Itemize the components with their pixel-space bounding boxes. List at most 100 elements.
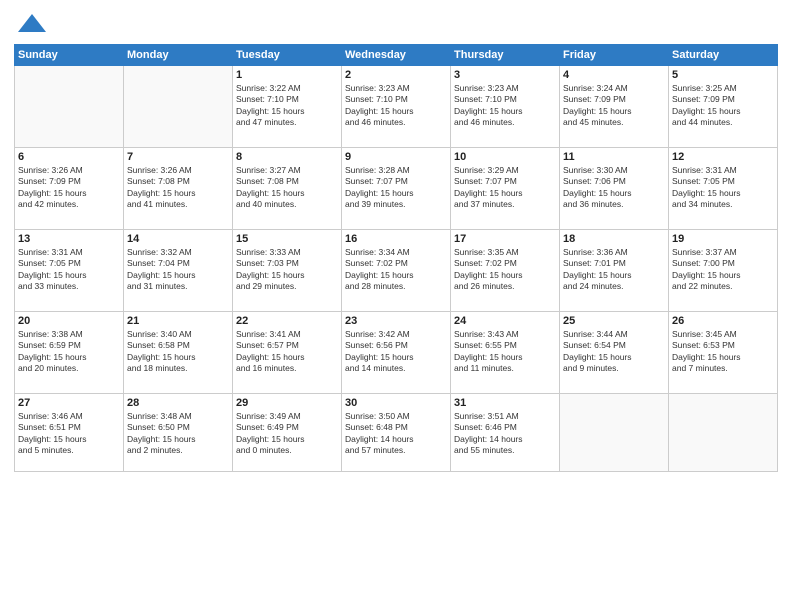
calendar-cell: 2 Sunrise: 3:23 AM Sunset: 7:10 PM Daylig… [342,66,451,148]
day-number: 23 [345,315,447,327]
day-info: Sunrise: 3:49 AM Sunset: 6:49 PM Dayligh… [236,411,338,457]
day-number: 14 [127,233,229,245]
calendar-table: SundayMondayTuesdayWednesdayThursdayFrid… [14,44,778,472]
day-number: 2 [345,69,447,81]
day-info: Sunrise: 3:24 AM Sunset: 7:09 PM Dayligh… [563,83,665,129]
day-number: 3 [454,69,556,81]
calendar-cell [669,394,778,472]
calendar-cell [124,66,233,148]
day-number: 6 [18,151,120,163]
calendar-cell: 20Sunrise: 3:38 AM Sunset: 6:59 PM Dayli… [15,312,124,394]
day-number: 15 [236,233,338,245]
calendar-cell: 18Sunrise: 3:36 AM Sunset: 7:01 PM Dayli… [560,230,669,312]
day-info: Sunrise: 3:32 AM Sunset: 7:04 PM Dayligh… [127,247,229,293]
col-header-monday: Monday [124,45,233,66]
calendar-cell: 15 Sunrise: 3:33 AM Sunset: 7:03 PM Dayli… [233,230,342,312]
day-number: 30 [345,397,447,409]
calendar-cell: 14 Sunrise: 3:32 AM Sunset: 7:04 PM Dayli… [124,230,233,312]
col-header-thursday: Thursday [451,45,560,66]
day-number: 21 [127,315,229,327]
calendar-cell: 3 Sunrise: 3:23 AM Sunset: 7:10 PM Daylig… [451,66,560,148]
day-number: 16 [345,233,447,245]
day-info: Sunrise: 3:46 AM Sunset: 6:51 PM Dayligh… [18,411,120,457]
day-number: 8 [236,151,338,163]
day-info: Sunrise: 3:25 AM Sunset: 7:09 PM Dayligh… [672,83,774,129]
calendar-cell: 27 Sunrise: 3:46 AM Sunset: 6:51 PM Dayli… [15,394,124,472]
day-info: Sunrise: 3:31 AM Sunset: 7:05 PM Dayligh… [18,247,120,293]
day-number: 12 [672,151,774,163]
calendar-cell: 19 Sunrise: 3:37 AM Sunset: 7:00 PM Dayli… [669,230,778,312]
day-info: Sunrise: 3:43 AM Sunset: 6:55 PM Dayligh… [454,329,556,375]
logo-icon [18,10,46,38]
day-number: 25 [563,315,665,327]
day-number: 19 [672,233,774,245]
day-number: 10 [454,151,556,163]
col-header-sunday: Sunday [15,45,124,66]
day-number: 26 [672,315,774,327]
col-header-tuesday: Tuesday [233,45,342,66]
day-info: Sunrise: 3:29 AM Sunset: 7:07 PM Dayligh… [454,165,556,211]
calendar-cell: 29 Sunrise: 3:49 AM Sunset: 6:49 PM Dayli… [233,394,342,472]
day-info: Sunrise: 3:45 AM Sunset: 6:53 PM Dayligh… [672,329,774,375]
day-number: 4 [563,69,665,81]
day-info: Sunrise: 3:22 AM Sunset: 7:10 PM Dayligh… [236,83,338,129]
calendar-cell: 1 Sunrise: 3:22 AM Sunset: 7:10 PM Daylig… [233,66,342,148]
calendar-cell: 25 Sunrise: 3:44 AM Sunset: 6:54 PM Dayli… [560,312,669,394]
day-info: Sunrise: 3:50 AM Sunset: 6:48 PM Dayligh… [345,411,447,457]
calendar-cell [15,66,124,148]
calendar-cell: 9Sunrise: 3:28 AM Sunset: 7:07 PM Daylig… [342,148,451,230]
col-header-friday: Friday [560,45,669,66]
day-info: Sunrise: 3:26 AM Sunset: 7:08 PM Dayligh… [127,165,229,211]
day-info: Sunrise: 3:41 AM Sunset: 6:57 PM Dayligh… [236,329,338,375]
day-number: 7 [127,151,229,163]
day-info: Sunrise: 3:44 AM Sunset: 6:54 PM Dayligh… [563,329,665,375]
day-info: Sunrise: 3:48 AM Sunset: 6:50 PM Dayligh… [127,411,229,457]
day-number: 5 [672,69,774,81]
calendar-cell: 7 Sunrise: 3:26 AM Sunset: 7:08 PM Daylig… [124,148,233,230]
day-info: Sunrise: 3:38 AM Sunset: 6:59 PM Dayligh… [18,329,120,375]
day-info: Sunrise: 3:37 AM Sunset: 7:00 PM Dayligh… [672,247,774,293]
day-number: 29 [236,397,338,409]
calendar-cell: 16 Sunrise: 3:34 AM Sunset: 7:02 PM Dayli… [342,230,451,312]
calendar-cell: 10 Sunrise: 3:29 AM Sunset: 7:07 PM Dayli… [451,148,560,230]
calendar-cell: 12 Sunrise: 3:31 AM Sunset: 7:05 PM Dayli… [669,148,778,230]
calendar-cell: 8 Sunrise: 3:27 AM Sunset: 7:08 PM Daylig… [233,148,342,230]
calendar-cell [560,394,669,472]
day-info: Sunrise: 3:34 AM Sunset: 7:02 PM Dayligh… [345,247,447,293]
day-info: Sunrise: 3:40 AM Sunset: 6:58 PM Dayligh… [127,329,229,375]
day-info: Sunrise: 3:33 AM Sunset: 7:03 PM Dayligh… [236,247,338,293]
calendar-cell: 6 Sunrise: 3:26 AM Sunset: 7:09 PM Daylig… [15,148,124,230]
calendar-cell: 24 Sunrise: 3:43 AM Sunset: 6:55 PM Dayli… [451,312,560,394]
day-info: Sunrise: 3:31 AM Sunset: 7:05 PM Dayligh… [672,165,774,211]
calendar-cell: 23 Sunrise: 3:42 AM Sunset: 6:56 PM Dayli… [342,312,451,394]
day-info: Sunrise: 3:42 AM Sunset: 6:56 PM Dayligh… [345,329,447,375]
day-number: 1 [236,69,338,81]
calendar-cell: 26 Sunrise: 3:45 AM Sunset: 6:53 PM Dayli… [669,312,778,394]
calendar-cell: 30 Sunrise: 3:50 AM Sunset: 6:48 PM Dayli… [342,394,451,472]
day-number: 27 [18,397,120,409]
logo [14,10,46,38]
day-info: Sunrise: 3:26 AM Sunset: 7:09 PM Dayligh… [18,165,120,211]
calendar-cell: 5 Sunrise: 3:25 AM Sunset: 7:09 PM Daylig… [669,66,778,148]
day-number: 31 [454,397,556,409]
day-info: Sunrise: 3:35 AM Sunset: 7:02 PM Dayligh… [454,247,556,293]
day-info: Sunrise: 3:30 AM Sunset: 7:06 PM Dayligh… [563,165,665,211]
calendar-cell: 22 Sunrise: 3:41 AM Sunset: 6:57 PM Dayli… [233,312,342,394]
calendar-cell: 4 Sunrise: 3:24 AM Sunset: 7:09 PM Daylig… [560,66,669,148]
day-number: 22 [236,315,338,327]
day-info: Sunrise: 3:27 AM Sunset: 7:08 PM Dayligh… [236,165,338,211]
day-number: 17 [454,233,556,245]
calendar-cell: 11 Sunrise: 3:30 AM Sunset: 7:06 PM Dayli… [560,148,669,230]
day-number: 28 [127,397,229,409]
day-number: 18 [563,233,665,245]
calendar-cell: 21 Sunrise: 3:40 AM Sunset: 6:58 PM Dayli… [124,312,233,394]
calendar-cell: 28 Sunrise: 3:48 AM Sunset: 6:50 PM Dayli… [124,394,233,472]
day-number: 13 [18,233,120,245]
day-number: 11 [563,151,665,163]
calendar-cell: 17 Sunrise: 3:35 AM Sunset: 7:02 PM Dayli… [451,230,560,312]
day-info: Sunrise: 3:23 AM Sunset: 7:10 PM Dayligh… [345,83,447,129]
calendar-cell: 31Sunrise: 3:51 AM Sunset: 6:46 PM Dayli… [451,394,560,472]
day-info: Sunrise: 3:23 AM Sunset: 7:10 PM Dayligh… [454,83,556,129]
day-number: 24 [454,315,556,327]
day-info: Sunrise: 3:28 AM Sunset: 7:07 PM Dayligh… [345,165,447,211]
